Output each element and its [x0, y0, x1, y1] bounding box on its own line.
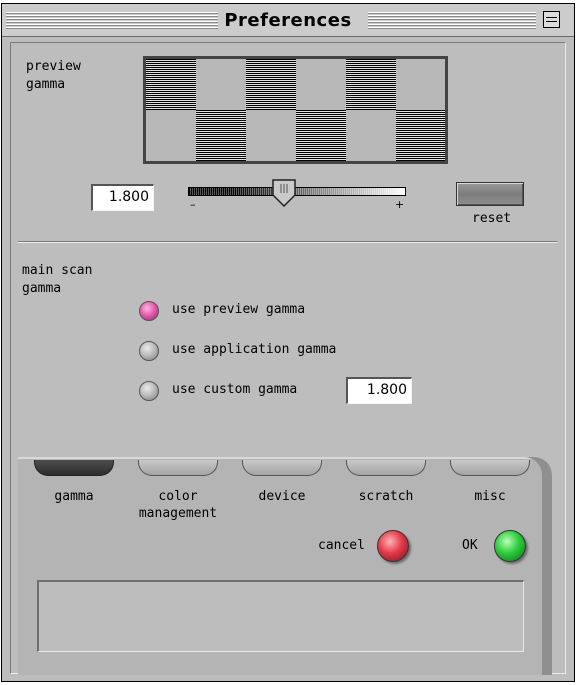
tab-scratch-handle[interactable] — [346, 460, 426, 476]
preview-label-line2: gamma — [26, 77, 66, 92]
radio-use-application-gamma[interactable] — [139, 341, 159, 361]
preview-gamma-field[interactable]: 1.800 — [91, 184, 154, 211]
collapse-box-icon[interactable] — [543, 11, 560, 28]
ok-label: OK — [462, 538, 478, 553]
tab-misc-handle[interactable] — [450, 460, 530, 476]
cancel-button[interactable] — [377, 530, 409, 562]
slider-min-label: – — [190, 198, 196, 211]
pattern-cell — [346, 59, 396, 110]
main-scan-gamma-label: main scan gamma — [22, 262, 92, 298]
option-label-use-custom-gamma: use custom gamma — [172, 382, 298, 397]
pattern-cell — [296, 110, 346, 161]
title-bar[interactable]: Preferences — [2, 4, 574, 37]
main-scan-label-line1: main scan — [22, 263, 93, 278]
pattern-cell — [246, 110, 296, 161]
title-bar-stripes-left — [6, 12, 230, 29]
tab-gamma[interactable]: gamma — [34, 488, 114, 505]
pattern-cell — [246, 59, 296, 110]
section-divider — [18, 241, 557, 243]
status-message-area — [37, 580, 524, 652]
option-label-use-application-gamma: use application gamma — [172, 342, 337, 357]
tab-device-handle[interactable] — [242, 460, 322, 476]
tab-color-management-line2: management — [138, 506, 218, 521]
option-label-use-preview-gamma: use preview gamma — [172, 302, 306, 317]
reset-button[interactable] — [456, 182, 524, 206]
pattern-cell — [196, 110, 246, 161]
cancel-label: cancel — [318, 538, 365, 553]
pattern-cell — [296, 59, 346, 110]
pattern-cell — [196, 59, 246, 110]
preview-label-line1: preview — [26, 59, 81, 74]
title-bar-stripes-right — [368, 12, 536, 29]
pattern-cell — [346, 110, 396, 161]
tab-color-management[interactable]: color management — [118, 488, 238, 522]
gamma-slider-track[interactable] — [188, 187, 406, 196]
radio-use-preview-gamma[interactable] — [139, 301, 159, 321]
tab-color-management-line1: color — [158, 489, 198, 504]
pattern-cell — [396, 110, 445, 161]
main-scan-label-line2: gamma — [22, 281, 62, 296]
reset-label: reset — [472, 211, 512, 226]
tab-scratch[interactable]: scratch — [346, 488, 426, 505]
gamma-slider-thumb[interactable] — [272, 179, 296, 207]
radio-use-custom-gamma[interactable] — [139, 381, 159, 401]
tab-device[interactable]: device — [242, 488, 322, 505]
ok-button[interactable] — [494, 530, 526, 562]
preview-gamma-label: preview gamma — [26, 58, 81, 94]
pattern-cell — [146, 59, 196, 110]
slider-max-label: + — [395, 198, 405, 211]
custom-gamma-field[interactable]: 1.800 — [346, 377, 412, 404]
pattern-cell — [146, 110, 196, 161]
pattern-cell — [396, 59, 445, 110]
tab-gamma-handle[interactable] — [34, 460, 114, 476]
gamma-preview-pattern — [143, 56, 448, 164]
tab-color-management-handle[interactable] — [138, 460, 218, 476]
tab-misc[interactable]: misc — [450, 488, 530, 505]
